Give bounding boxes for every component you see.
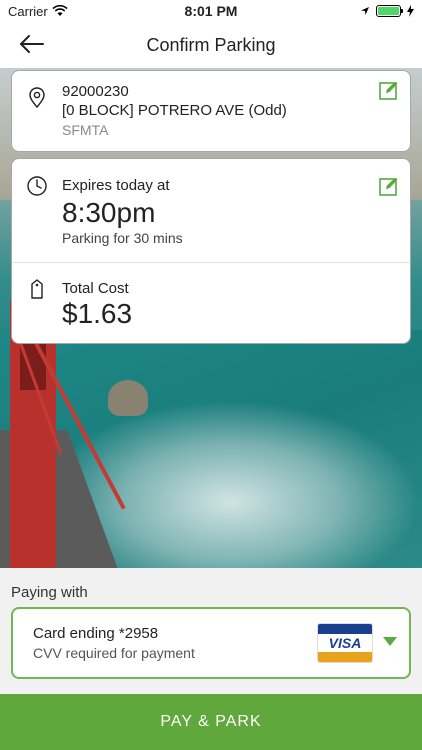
street-address: [0 BLOCK] POTRERO AVE (Odd) xyxy=(62,102,287,119)
page-title: Confirm Parking xyxy=(146,34,276,55)
pay-and-park-button[interactable]: PAY & PARK xyxy=(0,694,422,750)
divider xyxy=(12,262,410,263)
edit-location-icon[interactable] xyxy=(378,79,400,101)
nav-header: Confirm Parking xyxy=(0,22,422,68)
card-ending-label: Card ending *2958 xyxy=(33,625,159,642)
expires-label: Expires today at xyxy=(62,177,170,194)
total-cost-label: Total Cost xyxy=(62,280,129,297)
cvv-note: CVV required for payment xyxy=(33,645,195,661)
parking-duration: Parking for 30 mins xyxy=(62,230,183,246)
location-card[interactable]: 92000230 [0 BLOCK] POTRERO AVE (Odd) SFM… xyxy=(11,70,411,152)
paying-with-label: Paying with xyxy=(11,584,88,601)
payment-section: Paying with Card ending *2958 CVV requir… xyxy=(0,568,422,694)
total-cost-value: $1.63 xyxy=(62,298,133,329)
payment-method-selector[interactable]: Card ending *2958 CVV required for payme… xyxy=(11,607,411,679)
zone-number: 92000230 xyxy=(62,83,129,100)
visa-logo-icon: VISA xyxy=(317,623,373,663)
agency-name: SFMTA xyxy=(62,122,109,138)
price-tag-icon xyxy=(31,279,43,299)
location-pin-icon xyxy=(29,87,45,109)
card-brand: VISA xyxy=(328,635,362,651)
edit-time-icon[interactable] xyxy=(378,175,400,197)
clock-icon xyxy=(27,176,47,196)
expires-time: 8:30pm xyxy=(62,197,156,228)
back-button[interactable] xyxy=(18,32,46,56)
back-arrow-icon xyxy=(20,35,44,53)
status-time: 8:01 PM xyxy=(184,3,238,19)
status-bar: Carrier 8:01 PM xyxy=(0,0,422,22)
time-cost-card: Expires today at 8:30pm Parking for 30 m… xyxy=(11,158,411,344)
chevron-down-icon[interactable] xyxy=(383,637,397,646)
battery-icon xyxy=(376,5,403,17)
